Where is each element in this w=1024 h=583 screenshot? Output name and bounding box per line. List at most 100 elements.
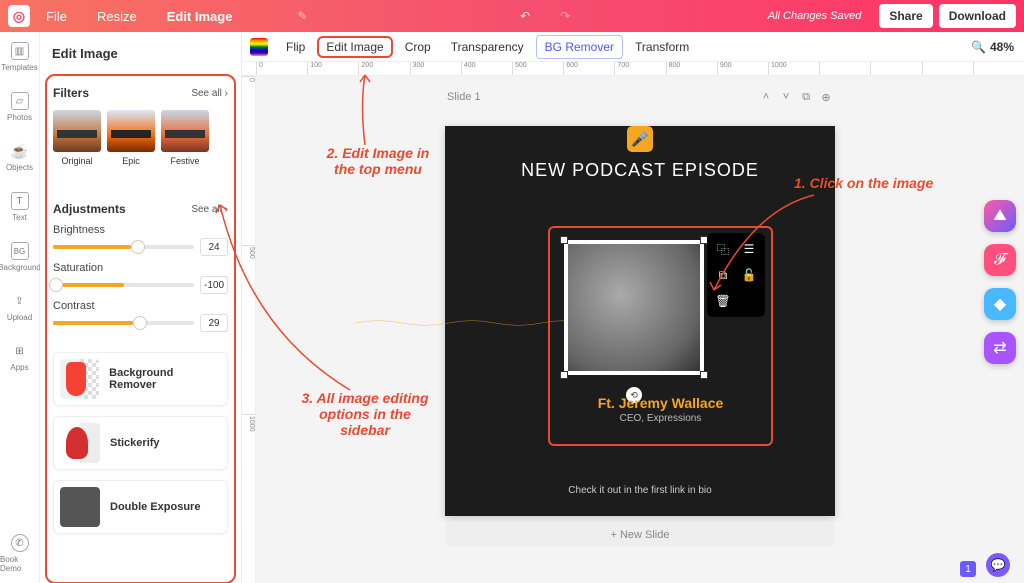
adjust-seeall[interactable]: See all › (191, 204, 228, 215)
right-float-tools: ⛰ 𝓕 ◆ ⇄ (984, 200, 1016, 364)
brightness-row: Brightness 24 (53, 224, 228, 258)
saturation-row: Saturation -100 (53, 262, 228, 296)
guest-role: CEO, Expressions (550, 413, 771, 424)
menu-file[interactable]: File (46, 9, 67, 24)
copy-icon[interactable]: ⧉ (713, 265, 733, 285)
filter-festive[interactable]: Festive (161, 110, 209, 166)
adjust-title: Adjustments (53, 202, 126, 216)
bg-remover-thumb (60, 359, 99, 399)
layers-icon[interactable]: ☰ (739, 239, 759, 259)
float-tool-1[interactable]: ⛰ (984, 200, 1016, 232)
filters-title: Filters (53, 86, 89, 100)
tb-flip[interactable]: Flip (278, 36, 313, 58)
float-tool-4[interactable]: ⇄ (984, 332, 1016, 364)
rail-book-demo[interactable]: ✆Book Demo (0, 524, 39, 583)
float-tool-3[interactable]: ◆ (984, 288, 1016, 320)
left-rail: ▥Templates ▱Photos ☕Objects TText BGBack… (0, 32, 40, 583)
page-badge[interactable]: 1 (960, 561, 976, 577)
context-toolbar: Flip Edit Image Crop Transparency BG Rem… (242, 32, 1024, 62)
templates-icon: ▥ (11, 42, 29, 60)
image-selection[interactable]: ⟲ ⿻ ☰ ⧉ 🔓 🗑 Ft. Jeremy Wallace CEO, Expr… (548, 226, 773, 446)
group-icon[interactable]: ⿻ (713, 239, 733, 259)
rail-photos[interactable]: ▱Photos (7, 82, 32, 132)
tb-transform[interactable]: Transform (627, 36, 697, 58)
contrast-slider[interactable] (53, 321, 194, 325)
chat-icon[interactable]: 💬 (986, 553, 1010, 577)
background-icon: BG (11, 242, 29, 260)
selected-image[interactable] (564, 240, 704, 375)
topbar: ◎ File Resize Edit Image ✎ ↶ ↷ All Chang… (0, 0, 1024, 32)
slide-header: Slide 1 ˄ ˅ ⧉ ⊕ (445, 86, 835, 108)
double-exposure-thumb (60, 487, 100, 527)
autosave-status: All Changes Saved (768, 10, 862, 22)
chevron-down-icon[interactable]: ˅ (779, 90, 793, 104)
canvas-area: Flip Edit Image Crop Transparency BG Rem… (242, 32, 1024, 583)
contrast-row: Contrast 29 (53, 300, 228, 334)
zoom-display[interactable]: 🔍48% (971, 40, 1014, 54)
rail-upload[interactable]: ⇪Upload (7, 282, 32, 332)
slide-title: NEW PODCAST EPISODE (445, 160, 835, 181)
tb-crop[interactable]: Crop (397, 36, 439, 58)
objects-icon: ☕ (11, 142, 29, 160)
stickerify-thumb (60, 423, 100, 463)
redo-icon[interactable]: ↷ (555, 6, 575, 26)
upload-icon: ⇪ (10, 292, 28, 310)
resize-handle[interactable] (560, 236, 568, 244)
rail-templates[interactable]: ▥Templates (1, 32, 37, 82)
slide-footer: Check it out in the first link in bio (445, 485, 835, 496)
resize-handle[interactable] (560, 371, 568, 379)
float-tool-2[interactable]: 𝓕 (984, 244, 1016, 276)
tb-bg-remover[interactable]: BG Remover (536, 35, 623, 59)
filter-thumb (107, 110, 155, 152)
tool-double-exposure[interactable]: Double Exposure (53, 480, 228, 534)
contrast-value: 29 (200, 314, 228, 332)
saturation-slider[interactable] (53, 283, 194, 287)
slide-canvas[interactable]: 🎤 NEW PODCAST EPISODE ⟲ ⿻ ☰ ⧉ (445, 126, 835, 516)
tb-edit-image[interactable]: Edit Image (317, 36, 392, 58)
filter-epic[interactable]: Epic (107, 110, 155, 166)
new-slide-button[interactable]: + New Slide (445, 524, 835, 546)
menu-resize[interactable]: Resize (97, 9, 137, 24)
menu-edit-image[interactable]: Edit Image (167, 9, 233, 24)
floating-toolbar: ⿻ ☰ ⧉ 🔓 🗑 (707, 233, 765, 317)
app-logo[interactable]: ◎ (8, 5, 30, 27)
text-icon: T (11, 192, 29, 210)
rail-background[interactable]: BGBackground (0, 232, 41, 282)
mic-icon: 🎤 (627, 126, 653, 152)
panel-title: Edit Image (40, 32, 241, 71)
panel-highlight: Filters See all › Original Epic Festive A… (45, 74, 236, 583)
chevron-up-icon[interactable]: ˄ (759, 90, 773, 104)
filter-original[interactable]: Original (53, 110, 101, 166)
saturation-value: -100 (200, 276, 228, 294)
add-slide-icon[interactable]: ⊕ (819, 90, 833, 104)
undo-icon[interactable]: ↶ (515, 6, 535, 26)
lock-icon[interactable]: 🔓 (739, 265, 759, 285)
filter-thumb (161, 110, 209, 152)
magnifier-icon: 🔍 (971, 40, 986, 54)
download-button[interactable]: Download (939, 4, 1016, 28)
rail-text[interactable]: TText (11, 182, 29, 232)
brightness-slider[interactable] (53, 245, 194, 249)
filters-seeall[interactable]: See all › (191, 88, 228, 99)
rail-apps[interactable]: ⊞Apps (10, 332, 28, 382)
duplicate-icon[interactable]: ⧉ (799, 90, 813, 104)
photos-icon: ▱ (11, 92, 29, 110)
trash-icon[interactable]: 🗑 (713, 291, 733, 311)
wand-icon[interactable]: ✎ (292, 6, 312, 26)
tool-stickerify[interactable]: Stickerify (53, 416, 228, 470)
guest-name: Ft. Jeremy Wallace (550, 395, 771, 411)
filter-thumb (53, 110, 101, 152)
ruler-x: 01002003004005006007008009001000 (242, 62, 1024, 76)
resize-handle[interactable] (700, 371, 708, 379)
tb-transparency[interactable]: Transparency (443, 36, 532, 58)
rail-objects[interactable]: ☕Objects (6, 132, 33, 182)
color-swatch[interactable] (250, 38, 268, 56)
tool-bg-remover[interactable]: Background Remover (53, 352, 228, 406)
phone-icon: ✆ (11, 534, 29, 552)
apps-icon: ⊞ (10, 342, 28, 360)
share-button[interactable]: Share (879, 4, 932, 28)
brightness-value: 24 (200, 238, 228, 256)
edit-image-panel: Edit Image Filters See all › Original Epi… (40, 32, 242, 583)
slide-label: Slide 1 (447, 91, 481, 103)
ruler-y: 05001000 (242, 76, 256, 583)
